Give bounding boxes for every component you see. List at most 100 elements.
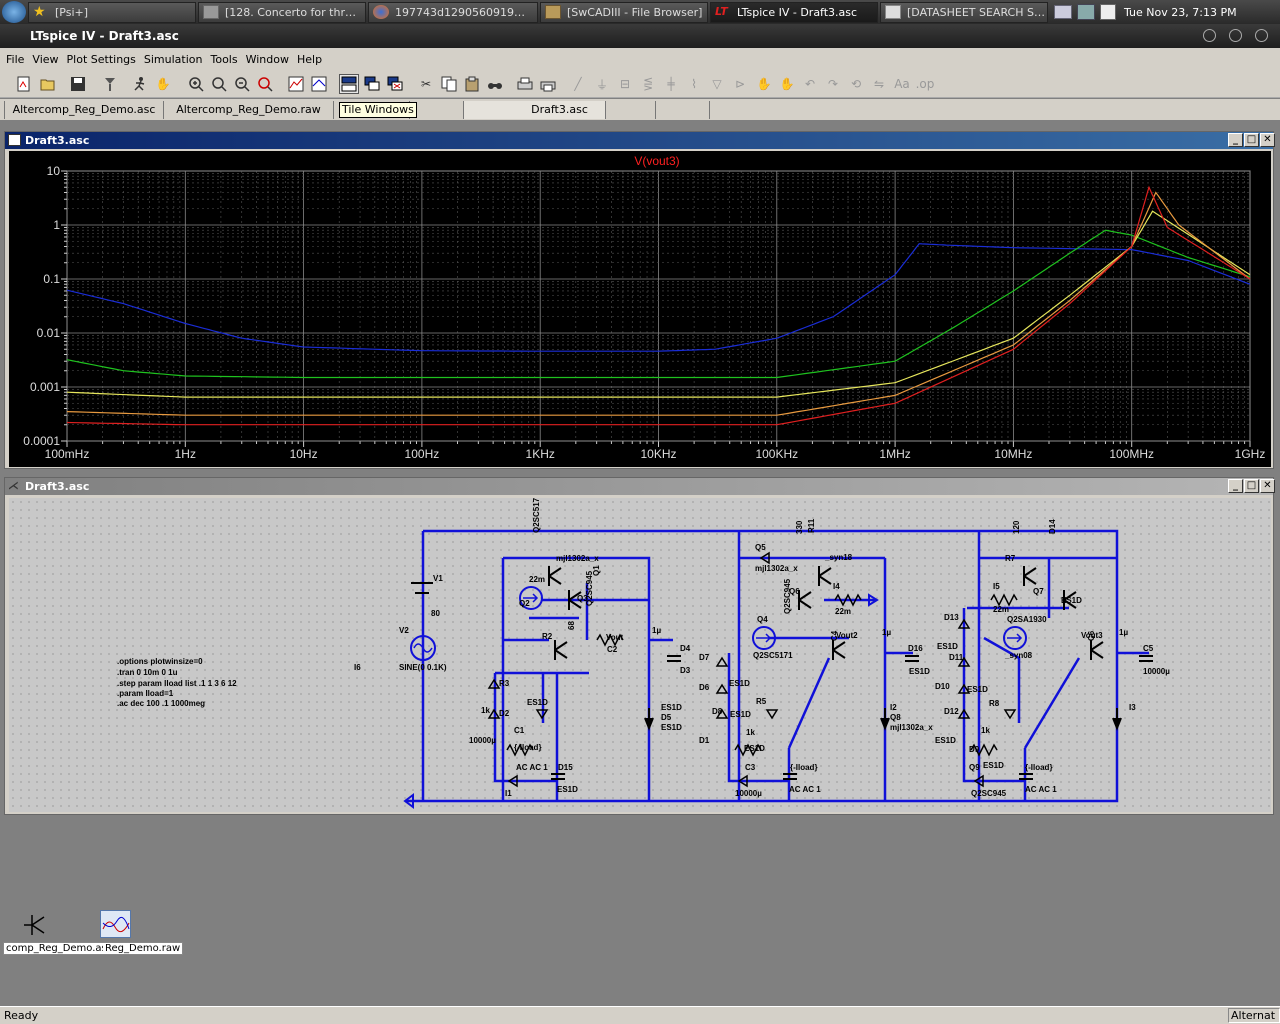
component-label[interactable]: Q5 [755, 543, 766, 552]
component-label[interactable]: ES1D [935, 736, 956, 745]
paste-icon[interactable] [462, 74, 482, 94]
directive-line[interactable]: .options plotwinsize=0 [117, 657, 203, 666]
trace-label-vout3[interactable]: V(vout3) [634, 154, 679, 168]
zoom-in-icon[interactable] [186, 74, 206, 94]
spice-directives[interactable]: .options plotwinsize=0 .tran 0 10m 0 1u … [117, 657, 237, 708]
component-label[interactable]: D4 [680, 644, 691, 653]
text-icon[interactable]: Aa [892, 74, 912, 94]
taskbar-app-ltspice[interactable]: LT LTspice IV - Draft3.asc [710, 1, 878, 23]
tile-windows-icon[interactable] [339, 74, 359, 94]
label-net-icon[interactable]: ⊟ [615, 74, 635, 94]
component-icon[interactable]: ⊳ [730, 74, 750, 94]
menu-help[interactable]: Help [297, 53, 322, 66]
tray-network-icon[interactable] [1077, 4, 1095, 20]
zoom-out-icon[interactable] [232, 74, 252, 94]
resistor-icon[interactable]: ⋚ [638, 74, 658, 94]
component-label[interactable]: ES1D [937, 642, 958, 651]
component-label[interactable]: I2 [890, 703, 897, 712]
component-label[interactable]: D8 [712, 707, 723, 716]
component-label[interactable]: ES1D [909, 667, 930, 676]
component-label[interactable]: C6 [1087, 630, 1096, 641]
component-label[interactable]: Q9 [969, 763, 980, 772]
close-all-windows-icon[interactable] [385, 74, 405, 94]
component-label[interactable]: {-Iload} [790, 763, 818, 772]
component-label[interactable]: 22m [529, 575, 545, 584]
component-label[interactable]: Q2SC5171 [753, 651, 793, 660]
menu-view[interactable]: View [32, 53, 58, 66]
component-label[interactable]: _syn18 [824, 553, 853, 562]
component-label[interactable]: Q4 [757, 615, 768, 624]
component-label[interactable]: Q2SC945 [971, 789, 1007, 798]
component-label[interactable]: 120 [1012, 520, 1021, 534]
menu-tools[interactable]: Tools [210, 53, 237, 66]
component-label[interactable]: R8 [989, 699, 1000, 708]
component-label[interactable]: AC AC 1 [789, 785, 821, 794]
component-label[interactable]: C3 [745, 763, 756, 772]
waveform-window[interactable]: Draft3.asc _ □ ✕ 10 1 0.1 0.01 0.001 0.0001 1… [4, 131, 1275, 469]
component-label[interactable]: Q2SC945 [783, 578, 792, 614]
taskbar-app-concerto[interactable]: [128. Concerto for thr… [198, 1, 366, 23]
component-label[interactable]: D1 [699, 736, 710, 745]
component-label[interactable]: ES1D [730, 710, 751, 719]
bode-chart[interactable]: 10 1 0.1 0.01 0.001 0.0001 100mHz 1Hz 10Hz 100Hz… [9, 151, 1271, 467]
tab-empty-3[interactable] [606, 101, 656, 119]
desktop-icon-label[interactable]: comp_Reg_Demo.asc [3, 942, 116, 955]
current-source-icon[interactable] [1003, 626, 1027, 650]
cut-icon[interactable]: ✂ [416, 74, 436, 94]
component-label[interactable]: 10000µ [469, 736, 496, 745]
waveform-window-titlebar[interactable]: Draft3.asc _ □ ✕ [5, 132, 1275, 149]
print-icon[interactable] [515, 74, 535, 94]
desktop-icon-label[interactable]: Reg_Demo.raw [103, 942, 184, 955]
component-label[interactable]: D6 [699, 683, 710, 692]
component-label[interactable]: D14 [1048, 519, 1057, 534]
taskbar-app-file-browser[interactable]: [SwCADIII - File Browser] [540, 1, 708, 23]
component-label[interactable]: Vout2 [836, 631, 858, 640]
autorange-icon[interactable] [286, 74, 306, 94]
taskbar-app-firefox[interactable]: 197743d1290560919… [368, 1, 538, 23]
undo-icon[interactable]: ↶ [800, 74, 820, 94]
component-label[interactable]: C4 [830, 630, 839, 641]
tray-calendar-icon[interactable] [1100, 4, 1116, 20]
redo-icon[interactable]: ↷ [823, 74, 843, 94]
print-preview-icon[interactable] [538, 74, 558, 94]
component-label[interactable]: D2 [499, 709, 510, 718]
minimize-icon[interactable] [1203, 29, 1216, 42]
directive-line[interactable]: .ac dec 100 .1 1000meg [117, 699, 205, 708]
halt-icon[interactable]: ✋ [153, 74, 173, 94]
component-label[interactable]: 1k [481, 706, 490, 715]
component-label[interactable]: R11 [807, 518, 816, 533]
run-icon[interactable] [130, 74, 150, 94]
component-label[interactable]: ES1D [557, 785, 578, 794]
directive-line[interactable]: .tran 0 10m 0 1u [117, 668, 178, 677]
component-label[interactable]: 1k [746, 728, 755, 737]
menu-simulation[interactable]: Simulation [144, 53, 203, 66]
pick-visible-traces-icon[interactable] [309, 74, 329, 94]
component-label[interactable]: D3 [680, 666, 691, 675]
component-label[interactable]: D5 [661, 713, 672, 722]
directive-line[interactable]: .param Iload=1 [117, 689, 174, 698]
component-label[interactable]: ES1D [744, 744, 765, 753]
component-label[interactable]: I1 [505, 789, 512, 798]
component-label[interactable]: D12 [944, 707, 959, 716]
schematic-window-titlebar[interactable]: ⋌ Draft3.asc _ □ ✕ [5, 478, 1275, 495]
capacitor-icon[interactable]: ╪ [661, 74, 681, 94]
find-icon[interactable] [485, 74, 505, 94]
mirror-icon[interactable]: ⇋ [869, 74, 889, 94]
tab-altercomp-raw[interactable]: Altercomp_Reg_Demo.raw [164, 101, 334, 119]
component-label[interactable]: ES1D [967, 685, 988, 694]
schematic-window[interactable]: ⋌ Draft3.asc _ □ ✕ .options plotwinsize=… [4, 477, 1275, 815]
component-label[interactable]: 330 [795, 520, 804, 534]
maximize-icon[interactable]: □ [1244, 479, 1259, 493]
component-label[interactable]: C2 [607, 645, 618, 654]
component-label[interactable]: 68 [567, 621, 576, 630]
inductor-icon[interactable]: ⌇ [684, 74, 704, 94]
taskbar-app-datasheet[interactable]: [DATASHEET SEARCH S… [880, 1, 1048, 23]
wire-icon[interactable]: ╱ [568, 74, 588, 94]
component-label[interactable]: R3 [499, 679, 510, 688]
component-label[interactable]: I3 [1129, 703, 1136, 712]
zoom-full-icon[interactable] [255, 74, 275, 94]
menu-file[interactable]: File [6, 53, 24, 66]
tab-empty-2[interactable] [410, 101, 464, 119]
drag-icon[interactable]: ✋ [777, 74, 797, 94]
component-label[interactable]: V1 [433, 574, 443, 583]
